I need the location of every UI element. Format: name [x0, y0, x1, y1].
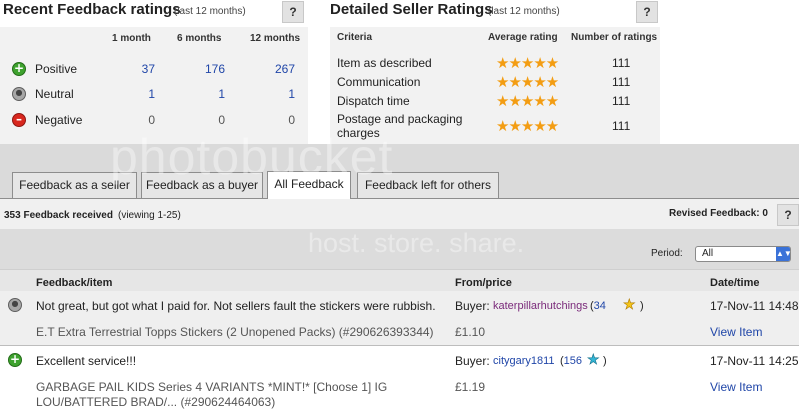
recent-help-button[interactable]: ?	[282, 1, 304, 23]
positive-label: Positive	[35, 62, 78, 76]
star-rating-icon: ★★★★★	[496, 73, 559, 91]
item-title: E.T Extra Terrestrial Topps Stickers (2 …	[36, 325, 434, 339]
period-select-value: All	[702, 248, 714, 259]
dsr-header-criteria: Criteria	[337, 32, 373, 43]
negative-6-months: 0	[218, 113, 225, 127]
recent-feedback-note: (last 12 months)	[174, 6, 246, 17]
feedback-received-count: 353 Feedback received	[4, 210, 113, 221]
buyer-score-value[interactable]: 34	[594, 300, 606, 312]
dsr-row-label-cont: charges	[337, 126, 380, 140]
dsr-row-count: 111	[612, 75, 631, 89]
view-item-link[interactable]: View Item	[710, 325, 762, 339]
buyer-link[interactable]: citygary1811	[493, 355, 555, 367]
dsr-note: (last 12 months)	[488, 6, 560, 17]
neutral-icon: ●	[12, 87, 26, 101]
feedback-date: 17-Nov-11 14:25	[710, 354, 799, 368]
dsr-row-label: Item as described	[337, 56, 432, 70]
dsr-row-count: 111	[612, 119, 631, 133]
buyer-score: (34	[590, 300, 606, 312]
item-price: £1.19	[455, 380, 486, 394]
buyer-score-close: )	[640, 300, 644, 312]
item-title: GARBAGE PAIL KIDS Series 4 VARIANTS *MIN…	[36, 380, 388, 394]
dsr-row-label: Postage and packaging	[337, 112, 463, 126]
buyer-score: (156	[560, 355, 583, 367]
feedback-comment: Excellent service!!!	[36, 354, 137, 368]
dsr-row-count: 111	[612, 94, 631, 108]
dsr-title: Detailed Seller Ratings	[330, 1, 493, 18]
dsr-header-count: Number of ratings	[571, 32, 658, 43]
star-rating-icon: ★★★★★	[496, 54, 559, 72]
revised-help-button[interactable]: ?	[777, 204, 799, 226]
viewing-range: (viewing 1-25)	[118, 210, 181, 221]
th-from-price: From/price	[455, 277, 512, 289]
turquoise-star-icon: ★	[587, 352, 600, 369]
feedback-date: 17-Nov-11 14:48	[710, 299, 799, 313]
negative-label: Negative	[35, 113, 83, 127]
yellow-star-icon: ★	[623, 297, 636, 314]
dsr-help-button[interactable]: ?	[636, 1, 658, 23]
positive-6-months[interactable]: 176	[185, 62, 225, 76]
dsr-row-label: Dispatch time	[337, 94, 410, 108]
period-label: Period:	[651, 248, 683, 259]
chevron-down-icon: ▲▼	[776, 247, 792, 261]
view-item-link[interactable]: View Item	[710, 380, 762, 394]
tab-feedback-as-buyer[interactable]: Feedback as a buyer	[141, 172, 263, 198]
th-date-time: Date/time	[710, 277, 760, 289]
table-header	[0, 269, 799, 291]
recent-feedback-title: Recent Feedback ratings	[3, 1, 181, 18]
neutral-icon: ●	[8, 298, 22, 312]
col-header-6-months: 6 months	[177, 33, 222, 44]
neutral-12-months[interactable]: 1	[255, 87, 295, 101]
negative-icon: –	[12, 112, 26, 127]
col-header-1-month: 1 month	[112, 33, 151, 44]
th-feedback-item: Feedback/item	[36, 277, 113, 289]
neutral-label: Neutral	[35, 87, 74, 101]
buyer-label: Buyer:	[455, 354, 490, 368]
buyer-score-value[interactable]: 156	[564, 355, 582, 367]
positive-icon: +	[8, 352, 22, 367]
buyer-score-close: )	[603, 355, 607, 367]
tab-all-feedback[interactable]: All Feedback	[267, 171, 351, 199]
dsr-row-count: 111	[612, 56, 631, 70]
dsr-header-average: Average rating	[488, 32, 558, 43]
star-rating-icon: ★★★★★	[496, 92, 559, 110]
row-divider	[0, 345, 799, 346]
positive-icon: +	[12, 61, 26, 76]
negative-12-months: 0	[288, 113, 295, 127]
buyer-label: Buyer:	[455, 299, 490, 313]
feedback-comment: Not great, but got what I paid for. Not …	[36, 299, 436, 313]
star-rating-icon: ★★★★★	[496, 117, 559, 135]
period-select[interactable]: All ▲▼	[695, 246, 792, 262]
dsr-row-label: Communication	[337, 75, 421, 89]
positive-1-month[interactable]: 37	[115, 62, 155, 76]
col-header-12-months: 12 months	[250, 33, 301, 44]
neutral-6-months[interactable]: 1	[185, 87, 225, 101]
buyer-link[interactable]: katerpillarhutchings	[493, 300, 588, 312]
neutral-1-month[interactable]: 1	[115, 87, 155, 101]
tab-feedback-as-seller[interactable]: Feedback as a seller	[12, 172, 137, 198]
item-price: £1.10	[455, 325, 486, 339]
revised-feedback: Revised Feedback: 0	[669, 208, 768, 219]
item-title-cont: LOU/BATTERED BRAD/... (#290624464063)	[36, 395, 276, 409]
negative-1-month: 0	[148, 113, 155, 127]
positive-12-months[interactable]: 267	[255, 62, 295, 76]
tab-feedback-left-for-others[interactable]: Feedback left for others	[357, 172, 499, 198]
